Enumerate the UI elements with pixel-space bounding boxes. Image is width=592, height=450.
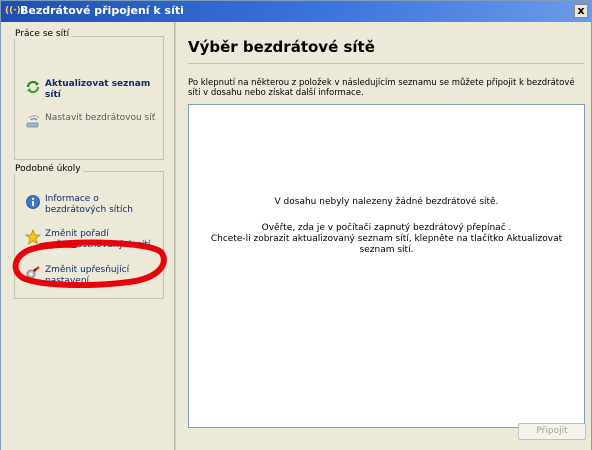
red-highlight-annotation bbox=[12, 239, 167, 288]
setup-wireless-network-label: Nastavit bezdrátovou síť bbox=[45, 113, 156, 123]
wireless-setup-icon bbox=[25, 113, 41, 129]
wireless-info-label: Informace o bezdrátových sítích bbox=[45, 194, 133, 215]
tasks-pane: Práce se sítí Aktualizovat seznam sítí N… bbox=[1, 22, 174, 450]
page-heading: Výběr bezdrátové sítě bbox=[188, 38, 375, 56]
connect-button[interactable]: Připojit bbox=[518, 423, 586, 440]
refresh-network-list-label: Aktualizovat seznam sítí bbox=[45, 79, 151, 100]
heading-separator bbox=[188, 63, 584, 64]
title-bar[interactable]: ((·)) Bezdrátové připojení k síti x bbox=[1, 1, 591, 22]
setup-wireless-network-link[interactable]: Nastavit bezdrátovou síť bbox=[25, 113, 155, 129]
wireless-network-icon: ((·)) bbox=[5, 6, 25, 16]
info-icon bbox=[25, 194, 41, 210]
hint-line-2: Chcete-li zobrazit aktualizovaný seznam … bbox=[210, 234, 563, 255]
refresh-network-list-link[interactable]: Aktualizovat seznam sítí bbox=[25, 79, 163, 101]
network-tasks-label: Práce se sítí bbox=[13, 29, 72, 39]
close-button[interactable]: x bbox=[574, 4, 588, 18]
no-networks-message: V dosahu nebyly nalezeny žádné bezdrátov… bbox=[274, 197, 499, 207]
window-title: Bezdrátové připojení k síti bbox=[20, 4, 184, 17]
refresh-icon bbox=[25, 79, 41, 95]
instructions-text: Po klepnutí na některou z položek v násl… bbox=[188, 78, 575, 98]
wireless-network-list[interactable]: V dosahu nebyly nalezeny žádné bezdrátov… bbox=[188, 104, 585, 428]
network-selection-pane: Výběr bezdrátové sítě Po klepnutí na něk… bbox=[176, 22, 591, 450]
wireless-connection-window: ((·)) Bezdrátové připojení k síti x Prác… bbox=[0, 0, 592, 450]
network-tasks-group: Práce se sítí Aktualizovat seznam sítí N… bbox=[13, 29, 164, 160]
wireless-info-link[interactable]: Informace o bezdrátových sítích bbox=[25, 194, 133, 216]
related-tasks-label: Podobné úkoly bbox=[13, 164, 83, 174]
hint-message: Ověřte, zda je v počítači zapnutý bezdrá… bbox=[189, 223, 584, 256]
hint-line-1: Ověřte, zda je v počítači zapnutý bezdrá… bbox=[261, 223, 512, 233]
